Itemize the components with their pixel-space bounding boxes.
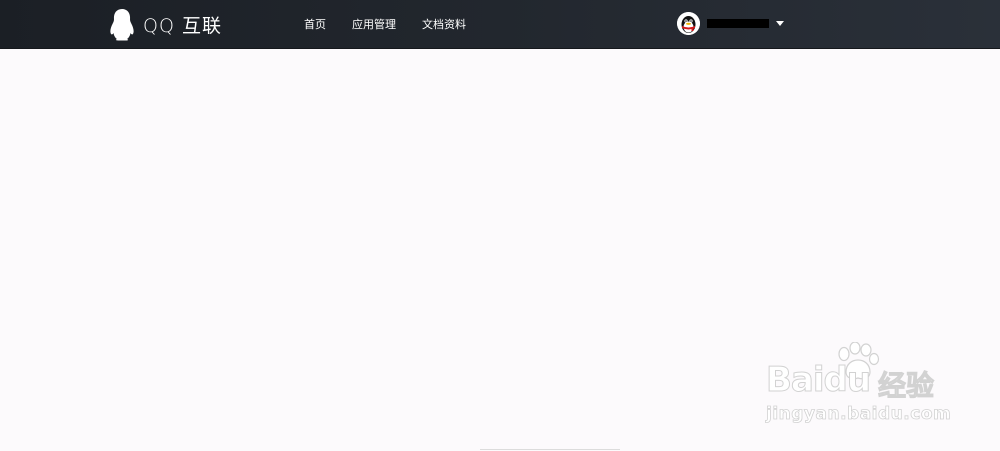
watermark-brand: Baidu [765,360,871,401]
watermark-url: jingyan.baidu.com [766,404,952,425]
logo-text: QQ 互联 [143,14,222,37]
baidu-jingyan-watermark: Baidu 经验 jingyan.baidu.com [762,341,952,434]
top-navbar: QQ 互联 首页 应用管理 文档资料 [0,0,1000,49]
nav-app-management[interactable]: 应用管理 [352,16,396,32]
nav-home[interactable]: 首页 [304,16,326,32]
username-redacted [707,18,769,28]
nav-documents[interactable]: 文档资料 [422,16,466,32]
logo-link[interactable]: QQ 互联 [109,7,222,41]
user-menu[interactable] [677,11,784,35]
watermark-product: 经验 [877,369,935,403]
divider [480,449,620,450]
caret-down-icon[interactable] [776,20,784,26]
main-nav: 首页 应用管理 文档资料 [304,0,466,48]
penguin-icon [109,8,135,41]
qq-avatar-icon[interactable] [677,11,700,35]
